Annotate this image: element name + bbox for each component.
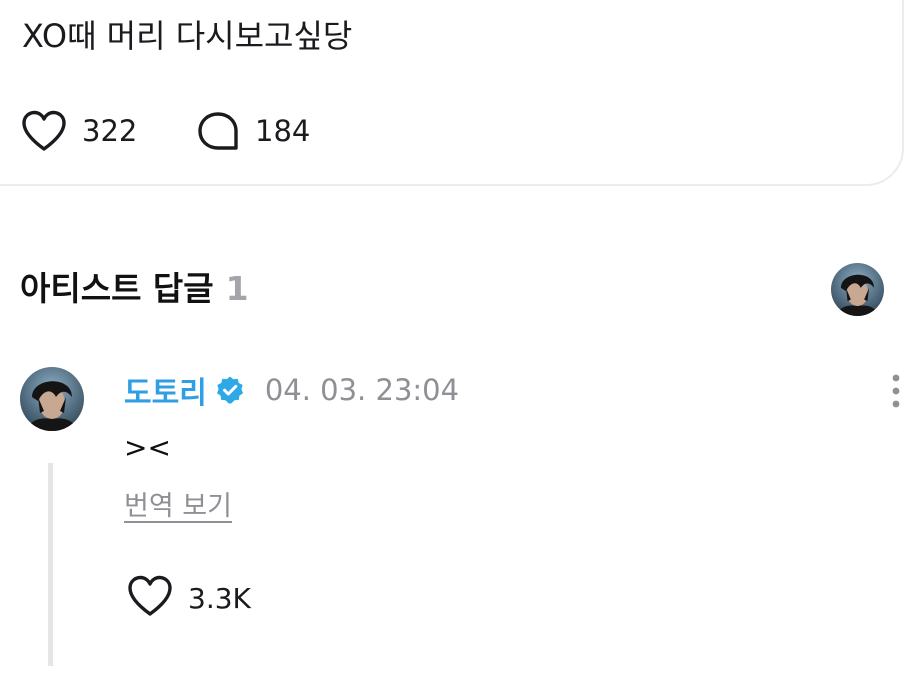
reply-text: >< [124,431,171,464]
post-like-count: 322 [82,114,138,148]
heart-outline-icon [20,109,68,153]
more-vertical-icon [884,374,905,416]
reply-like-button[interactable]: 3.3K [126,575,251,621]
heart-outline-icon [126,574,174,622]
speech-bubble-icon [195,109,241,153]
page: XO때 머리 다시보고싶당 322 184 아티스트 답글 1 도토리 04. … [0,0,905,696]
translate-link[interactable]: 번역 보기 [124,487,232,527]
post-comment-button[interactable]: 184 [195,108,310,154]
post-comment-count: 184 [255,114,311,148]
reply-thread-line [48,463,53,666]
verified-badge-icon [207,375,245,405]
post-text: XO때 머리 다시보고싶당 [22,17,353,55]
reply-author-avatar[interactable] [20,367,84,431]
artist-replies-count: 1 [225,269,249,308]
reply-author-name[interactable]: 도토리 [124,368,207,412]
reply-meta: 도토리 04. 03. 23:04 [124,366,459,414]
reply-like-count: 3.3K [188,581,251,615]
post-like-button[interactable]: 322 [20,108,137,154]
reply-timestamp: 04. 03. 23:04 [264,373,460,407]
artist-header-avatar[interactable] [831,263,884,316]
artist-replies-title: 아티스트 답글 [20,269,214,308]
more-options-button[interactable] [884,372,905,412]
artist-replies-heading: 아티스트 답글 1 [20,265,249,313]
